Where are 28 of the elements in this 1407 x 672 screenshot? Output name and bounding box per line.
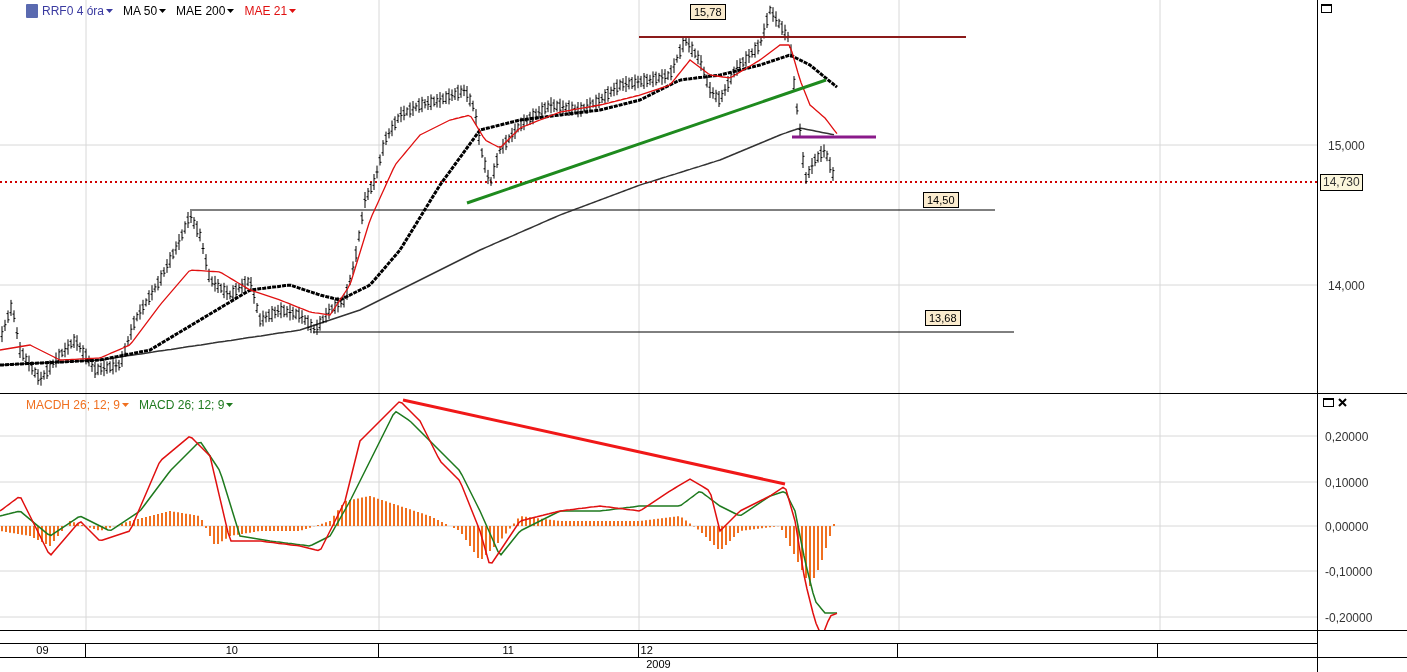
price-level-label: 15,78	[690, 4, 726, 20]
caret-icon[interactable]	[227, 9, 235, 13]
axis-label: -0,20000	[1325, 610, 1373, 627]
caret-icon[interactable]	[106, 9, 114, 13]
last-price-tag: 14,730	[1320, 174, 1363, 191]
legend-label[interactable]: MA 50	[123, 2, 158, 20]
axis-label: 15,000	[1328, 138, 1365, 155]
axis-label: 0,20000	[1325, 429, 1369, 446]
month-label: 10	[85, 644, 379, 657]
price-level-label: 14,50	[923, 192, 959, 208]
month-label: 09	[0, 644, 86, 657]
legend-label[interactable]: RRF0 4 óra	[42, 2, 105, 20]
caret-icon[interactable]	[159, 9, 167, 13]
maximize-icon[interactable]	[1323, 398, 1334, 407]
legend-label[interactable]: MACD 26; 12; 9	[139, 396, 225, 414]
maximize-icon[interactable]	[1321, 4, 1332, 13]
symbol-icon	[26, 4, 38, 18]
year-label: 2009	[646, 658, 671, 672]
axis-label: 14,000	[1328, 278, 1365, 295]
axis-label: 0,10000	[1325, 475, 1369, 492]
price-level-label: 13,68	[925, 310, 961, 326]
axis-label: 0,00000	[1325, 519, 1369, 536]
legend-label[interactable]: MAE 21	[244, 2, 288, 20]
month-label: 11	[378, 644, 639, 657]
close-icon[interactable]	[1338, 398, 1347, 407]
legend-label[interactable]: MAE 200	[176, 2, 226, 20]
month-label: 12	[638, 644, 899, 657]
axis-label: -0,10000	[1325, 564, 1373, 581]
